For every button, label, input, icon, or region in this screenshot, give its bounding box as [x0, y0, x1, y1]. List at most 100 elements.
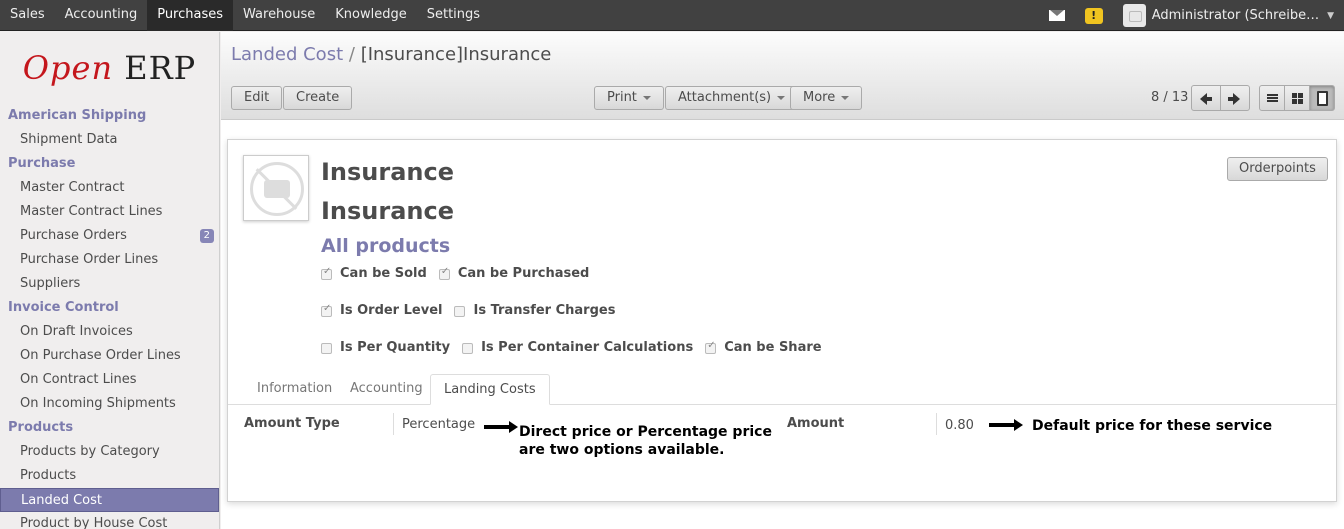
- breadcrumb-parent[interactable]: Landed Cost: [231, 44, 343, 65]
- more-button[interactable]: More: [790, 86, 863, 110]
- is-per-quantity-label: Is Per Quantity: [340, 340, 451, 355]
- sidebar-section-invoice-control: Invoice Control: [8, 300, 119, 315]
- mail-icon[interactable]: [1048, 10, 1065, 21]
- chevron-down-icon[interactable]: ▼: [1327, 11, 1334, 21]
- sidebar-section-products: Products: [8, 420, 74, 435]
- sidebar-item-master-contract[interactable]: Master Contract: [0, 176, 219, 200]
- menu-purchases[interactable]: Purchases: [147, 0, 234, 31]
- sidebar-item-on-contract-lines[interactable]: On Contract Lines: [0, 368, 219, 392]
- checkbox-row-1: Can be Sold Can be Purchased: [321, 266, 601, 281]
- annotation-amount-type: Direct price or Percentage price are two…: [519, 424, 772, 458]
- sidebar: Open ERP American Shipping Shipment Data…: [0, 32, 220, 529]
- menu-sales[interactable]: Sales: [0, 0, 55, 31]
- form-icon: [1317, 91, 1328, 106]
- sidebar-item-label: Purchase Orders: [20, 228, 127, 243]
- sidebar-item-on-draft-invoices[interactable]: On Draft Invoices: [0, 320, 219, 344]
- print-button[interactable]: Print: [594, 86, 664, 110]
- product-category[interactable]: All products: [321, 235, 450, 257]
- pager-counter[interactable]: 8 / 13: [1151, 90, 1188, 105]
- list-icon: [1267, 94, 1278, 102]
- can-be-sold-label: Can be Sold: [340, 266, 427, 281]
- pager-next-button[interactable]: [1220, 85, 1250, 111]
- amount-label: Amount: [787, 416, 845, 431]
- view-header: Landed Cost / [Insurance]Insurance Edit …: [221, 32, 1344, 120]
- main-content: Landed Cost / [Insurance]Insurance Edit …: [221, 32, 1344, 529]
- breadcrumb: Landed Cost / [Insurance]Insurance: [231, 44, 551, 65]
- top-right-area: ! Administrator (Schreibe… ▼: [1048, 0, 1344, 31]
- notebook-tabs: Information Accounting Landing Costs: [228, 372, 1336, 405]
- breadcrumb-separator: /: [348, 44, 355, 65]
- caret-down-icon: [841, 95, 850, 100]
- orderpoints-button[interactable]: Orderpoints: [1227, 157, 1328, 181]
- form-sheet: Insurance Insurance All products Orderpo…: [227, 139, 1337, 502]
- arrow-left-icon: [1200, 93, 1212, 105]
- user-menu-name[interactable]: Administrator (Schreibe…: [1152, 8, 1319, 23]
- sidebar-item-master-contract-lines[interactable]: Master Contract Lines: [0, 200, 219, 224]
- list-view-button[interactable]: [1259, 85, 1285, 111]
- count-badge: 2: [199, 229, 214, 243]
- can-be-purchased-label: Can be Purchased: [457, 266, 590, 281]
- pager-previous-button[interactable]: [1191, 85, 1221, 111]
- is-per-container-checkbox[interactable]: [462, 343, 474, 354]
- menu-knowledge[interactable]: Knowledge: [325, 0, 416, 31]
- warning-icon[interactable]: !: [1084, 7, 1103, 24]
- can-be-purchased-checkbox[interactable]: [438, 266, 450, 280]
- can-be-share-label: Can be Share: [724, 340, 822, 355]
- product-display-name: Insurance: [321, 197, 455, 225]
- top-navbar: Sales Accounting Purchases Warehouse Kno…: [0, 0, 1344, 31]
- sidebar-item-shipment-data[interactable]: Shipment Data: [0, 128, 219, 152]
- top-menu: Sales Accounting Purchases Warehouse Kno…: [0, 0, 490, 31]
- avatar[interactable]: [1122, 4, 1146, 27]
- sidebar-item-landed-cost[interactable]: Landed Cost: [0, 488, 219, 512]
- form-view-button[interactable]: [1309, 85, 1335, 111]
- product-name: Insurance: [321, 158, 455, 186]
- kanban-view-button[interactable]: [1284, 85, 1310, 111]
- sidebar-section-american-shipping: American Shipping: [8, 108, 147, 123]
- is-transfer-charges-label: Is Transfer Charges: [473, 303, 616, 318]
- edit-button[interactable]: Edit: [231, 86, 283, 110]
- tab-information[interactable]: Information: [244, 374, 345, 405]
- attachments-button[interactable]: Attachment(s): [665, 86, 799, 110]
- kanban-icon: [1292, 93, 1303, 104]
- breadcrumb-current: [Insurance]Insurance: [360, 44, 552, 65]
- field-separator: [936, 413, 937, 435]
- can-be-sold-checkbox[interactable]: [321, 266, 332, 280]
- camera-off-icon: [250, 162, 304, 216]
- amount-value[interactable]: 0.80: [945, 418, 974, 433]
- tab-accounting[interactable]: Accounting: [337, 374, 436, 405]
- checkbox-row-3: Is Per Quantity Is Per Container Calcula…: [321, 340, 834, 355]
- checkbox-row-2: Is Order Level Is Transfer Charges: [321, 303, 627, 318]
- logo-open: Open: [22, 49, 114, 87]
- is-order-level-checkbox[interactable]: [321, 303, 332, 317]
- amount-type-label: Amount Type: [244, 416, 340, 431]
- is-per-container-label: Is Per Container Calculations: [481, 340, 694, 355]
- menu-accounting[interactable]: Accounting: [55, 0, 148, 31]
- caret-down-icon: [642, 95, 651, 100]
- is-transfer-charges-checkbox[interactable]: [454, 306, 466, 317]
- amount-type-value[interactable]: Percentage: [402, 417, 475, 432]
- menu-warehouse[interactable]: Warehouse: [233, 0, 325, 31]
- product-image[interactable]: [243, 155, 309, 221]
- sidebar-item-on-purchase-order-lines[interactable]: On Purchase Order Lines: [0, 344, 219, 368]
- tab-landing-costs[interactable]: Landing Costs: [430, 374, 550, 405]
- sidebar-item-products-by-category[interactable]: Products by Category: [0, 440, 219, 464]
- sidebar-item-product-by-house-cost[interactable]: Product by House Cost: [0, 512, 219, 529]
- sidebar-item-purchase-orders[interactable]: Purchase Orders 2: [0, 224, 219, 248]
- sidebar-item-products[interactable]: Products: [0, 464, 219, 488]
- annotation-amount: Default price for these service: [1032, 418, 1273, 434]
- is-order-level-label: Is Order Level: [340, 303, 443, 318]
- sidebar-section-purchase: Purchase: [8, 156, 76, 171]
- sidebar-item-purchase-order-lines[interactable]: Purchase Order Lines: [0, 248, 219, 272]
- create-button[interactable]: Create: [283, 86, 353, 110]
- sidebar-item-suppliers[interactable]: Suppliers: [0, 272, 219, 296]
- annotation-arrow-icon: [484, 421, 518, 433]
- logo[interactable]: Open ERP: [0, 32, 219, 104]
- is-per-quantity-checkbox[interactable]: [321, 343, 332, 354]
- menu-settings[interactable]: Settings: [417, 0, 490, 31]
- sidebar-item-on-incoming-shipments[interactable]: On Incoming Shipments: [0, 392, 219, 416]
- arrow-right-icon: [1228, 93, 1240, 105]
- print-button-label: Print: [607, 90, 637, 105]
- can-be-share-checkbox[interactable]: [705, 340, 717, 354]
- annotation-arrow-icon: [989, 419, 1023, 431]
- more-button-label: More: [803, 90, 836, 105]
